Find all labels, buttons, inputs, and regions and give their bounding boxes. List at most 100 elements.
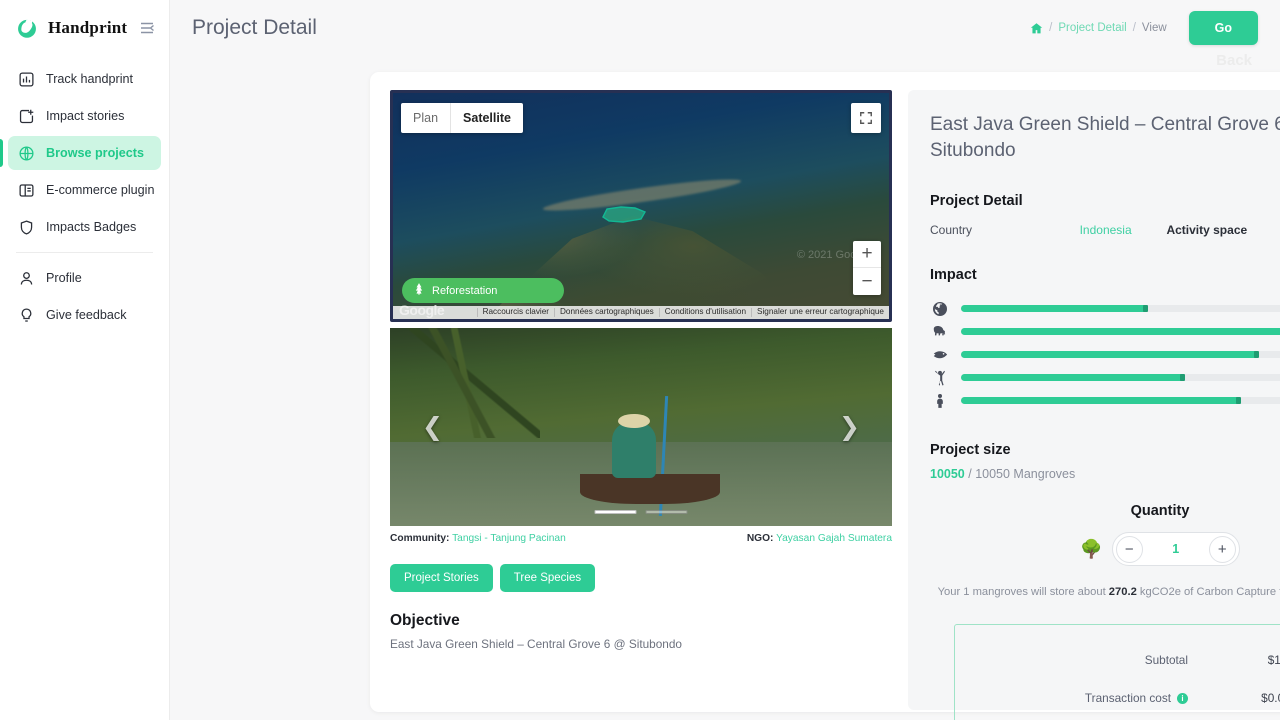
breadcrumb-separator: /	[1049, 22, 1053, 34]
sidebar-nav: Track handprint Impact stories Browse pr…	[0, 62, 169, 332]
collapse-sidebar-icon[interactable]	[139, 20, 155, 36]
objective-text: East Java Green Shield – Central Grove 6…	[390, 637, 682, 651]
map-zoom-controls[interactable]: + −	[853, 241, 881, 295]
home-icon[interactable]	[1030, 22, 1043, 35]
topbar: Project Detail / Project Detail / View G…	[170, 0, 1280, 69]
breadcrumb-separator: /	[1132, 22, 1136, 34]
fullscreen-icon[interactable]	[851, 103, 881, 133]
project-detail-card: Plan Satellite © 2021 Google + − Refores…	[370, 72, 1280, 720]
project-size-available: 10050	[930, 467, 965, 482]
impact-row-women: +75	[930, 389, 1280, 412]
sidebar: Handprint Track handprint Impact stories…	[0, 0, 170, 720]
sidebar-item-impact-stories[interactable]: Impact stories	[8, 99, 161, 133]
quantity-heading: Quantity	[1130, 503, 1190, 520]
objective-title: Objective	[390, 612, 460, 629]
project-photo-carousel[interactable]: ❮ ❯	[390, 328, 892, 526]
impact-row-marine: +80	[930, 343, 1280, 366]
impact-bar-fill	[961, 397, 1241, 405]
ngo-value[interactable]: Yayasan Gajah Sumatera	[776, 533, 892, 544]
transaction-cost-value: $0.0575	[1261, 691, 1280, 706]
animal-elephant-icon	[930, 325, 949, 338]
map-attribution-item[interactable]: Raccourcis clavier	[476, 308, 554, 317]
carousel-pagination[interactable]	[594, 510, 688, 514]
sidebar-item-profile[interactable]: Profile	[8, 261, 161, 295]
photo-boat	[580, 474, 720, 504]
project-size-line: 10050 / 10050 Mangroves	[930, 467, 1280, 481]
subtotal-label: Subtotal	[1144, 653, 1188, 668]
quantity-input[interactable]	[1142, 542, 1209, 557]
impact-bar-fill	[961, 351, 1260, 359]
map-zoom-out-button[interactable]: −	[853, 268, 881, 295]
country-label: Country	[930, 223, 973, 238]
impact-bar-track	[961, 305, 1280, 313]
transaction-cost-label: Transaction cost	[1084, 691, 1171, 706]
project-tags: Project Stories Tree Species	[390, 564, 892, 592]
info-icon[interactable]: i	[1177, 692, 1188, 704]
impact-bar-track	[961, 328, 1280, 336]
sidebar-item-browse-projects[interactable]: Browse projects	[0, 136, 161, 170]
sidebar-item-track-handprint[interactable]: Track handprint	[8, 62, 161, 96]
app-root: Handprint Track handprint Impact stories…	[0, 0, 1280, 720]
map-attribution-item[interactable]: Conditions d'utilisation	[658, 308, 751, 317]
bar-chart-icon	[18, 71, 35, 88]
project-detail-row: Country Indonesia Activity space Wetland…	[930, 223, 1280, 237]
chevron-right-icon[interactable]: ❯	[839, 412, 860, 442]
map-zoom-in-button[interactable]: +	[853, 241, 881, 268]
sidebar-item-label: Impact stories	[46, 109, 125, 123]
map-type-plan[interactable]: Plan	[401, 103, 450, 133]
project-map[interactable]: Plan Satellite © 2021 Google + − Refores…	[390, 90, 892, 322]
sidebar-divider	[16, 252, 153, 253]
impact-bar-track	[961, 374, 1280, 382]
transaction-cost-row: Transaction cost i $0.0575	[955, 679, 1280, 717]
go-button[interactable]: Go	[1188, 11, 1258, 45]
chevron-left-icon[interactable]: ❮	[422, 412, 443, 442]
earth-globe-icon	[930, 301, 949, 316]
handprint-logo-icon	[14, 15, 40, 41]
photo-person	[612, 422, 656, 478]
topbar-right: / Project Detail / View Go	[1030, 11, 1258, 45]
quantity-decrement-button[interactable]: −	[1115, 535, 1143, 563]
impact-bar-track	[961, 351, 1280, 359]
brand-name: Handprint	[48, 18, 128, 37]
map-attribution-item[interactable]: Données cartographiques	[554, 308, 659, 317]
impact-bar-fill	[961, 305, 1148, 313]
breadcrumb-link-project-detail[interactable]: Project Detail	[1058, 22, 1126, 34]
tag-tree-species[interactable]: Tree Species	[499, 564, 596, 592]
sidebar-item-give-feedback[interactable]: Give feedback	[8, 298, 161, 332]
photo-foliage	[390, 328, 540, 438]
subtotal-value: $1.15	[1267, 653, 1280, 668]
sidebar-item-label: Impacts Badges	[46, 220, 137, 234]
community-label: Community:	[390, 533, 450, 544]
project-detail-heading: Project Detail	[930, 193, 1023, 210]
carbon-capture-note: Your 1 mangroves will store about 270.2 …	[930, 586, 1280, 598]
add-file-icon	[18, 108, 35, 125]
sidebar-item-label: Browse projects	[46, 146, 144, 160]
carousel-dot-2[interactable]	[645, 510, 688, 514]
quantity-stepper[interactable]: − +	[1111, 532, 1240, 567]
project-summary-panel: East Java Green Shield – Central Grove 6…	[908, 90, 1280, 720]
map-attribution-item[interactable]: Signaler une erreur cartographique	[751, 308, 889, 317]
sidebar-item-ecommerce-plugin[interactable]: E-commerce plugin	[8, 173, 161, 207]
impact-row-community: +60	[930, 366, 1280, 389]
quantity-increment-button[interactable]: +	[1208, 535, 1236, 563]
breadcrumb-current: View	[1141, 22, 1167, 34]
tree-icon: 🌳	[1080, 539, 1103, 560]
user-icon	[18, 270, 35, 287]
map-project-polygon	[602, 206, 647, 223]
activity-space-label: Activity space	[1166, 223, 1248, 238]
impact-bar-fill	[961, 328, 1280, 336]
co2-suffix: kgCO2e of Carbon Capture from the atmosp…	[1139, 586, 1280, 599]
sidebar-item-impacts-badges[interactable]: Impacts Badges	[8, 210, 161, 244]
sidebar-item-label: E-commerce plugin	[46, 183, 155, 197]
sidebar-item-label: Track handprint	[46, 72, 134, 86]
impact-row-planet: +50	[930, 297, 1280, 320]
fish-icon	[930, 349, 949, 360]
brand: Handprint	[0, 0, 169, 56]
community-value[interactable]: Tangsi - Tanjung Pacinan	[452, 533, 566, 544]
map-type-switch[interactable]: Plan Satellite	[401, 103, 523, 133]
breadcrumb: / Project Detail / View	[1030, 22, 1167, 35]
map-type-satellite[interactable]: Satellite	[450, 103, 523, 133]
carousel-dot-1[interactable]	[594, 510, 637, 514]
photo-credits: Community: Tangsi - Tanjung Pacinan NGO:…	[390, 533, 892, 544]
tag-project-stories[interactable]: Project Stories	[390, 564, 493, 592]
